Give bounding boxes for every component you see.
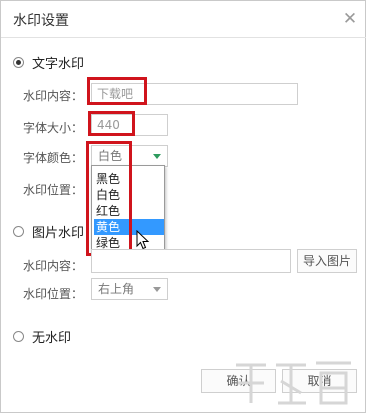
text-content-label: 水印内容：: [23, 89, 84, 103]
close-icon[interactable]: ✕: [339, 8, 361, 30]
confirm-button[interactable]: 确认: [201, 369, 276, 393]
dialog-titlebar: 水印设置 ✕: [1, 1, 366, 38]
no-watermark-radio[interactable]: 无水印: [13, 327, 72, 346]
font-size-label: 字体大小：: [23, 121, 84, 135]
radio-unchecked-icon[interactable]: [13, 225, 24, 237]
chevron-down-icon: [153, 287, 161, 292]
watermark-settings-dialog: 水印设置 ✕ 文字水印 水印内容： 下载吧 字体大小： 440 字体颜色： 白色…: [0, 0, 366, 413]
cancel-button[interactable]: 取消: [282, 369, 357, 393]
color-option-white[interactable]: 白色: [94, 187, 164, 203]
image-content-label: 水印内容：: [23, 259, 84, 273]
text-position-label: 水印位置：: [23, 183, 84, 197]
no-watermark-label: 无水印: [32, 330, 72, 346]
color-option-yellow[interactable]: 黄色: [94, 219, 164, 235]
dialog-title: 水印设置: [13, 13, 69, 29]
font-color-value: 白色: [98, 149, 123, 163]
mouse-cursor-icon: [136, 230, 150, 250]
radio-checked-icon[interactable]: [13, 56, 24, 68]
font-color-label: 字体颜色：: [23, 151, 84, 165]
image-watermark-radio[interactable]: 图片水印: [13, 222, 85, 241]
image-content-input[interactable]: [91, 249, 291, 273]
color-option-red[interactable]: 红色: [94, 203, 164, 219]
text-watermark-radio[interactable]: 文字水印: [13, 53, 85, 72]
font-color-select[interactable]: 白色: [91, 145, 168, 167]
image-position-select[interactable]: 右上角: [91, 278, 168, 300]
text-content-input[interactable]: 下载吧: [91, 83, 298, 105]
color-option-black[interactable]: 黑色: [94, 171, 164, 187]
font-size-input[interactable]: 440: [91, 114, 168, 136]
import-image-button[interactable]: 导入图片: [297, 249, 357, 273]
image-position-value: 右上角: [98, 282, 135, 296]
image-position-label: 水印位置：: [23, 287, 84, 301]
image-watermark-label: 图片水印: [32, 225, 85, 241]
font-color-dropdown: 黑色 白色 红色 黄色 绿色: [91, 165, 165, 254]
radio-unchecked-icon[interactable]: [13, 330, 24, 342]
text-watermark-label: 文字水印: [32, 56, 85, 72]
chevron-down-icon: [153, 154, 161, 159]
